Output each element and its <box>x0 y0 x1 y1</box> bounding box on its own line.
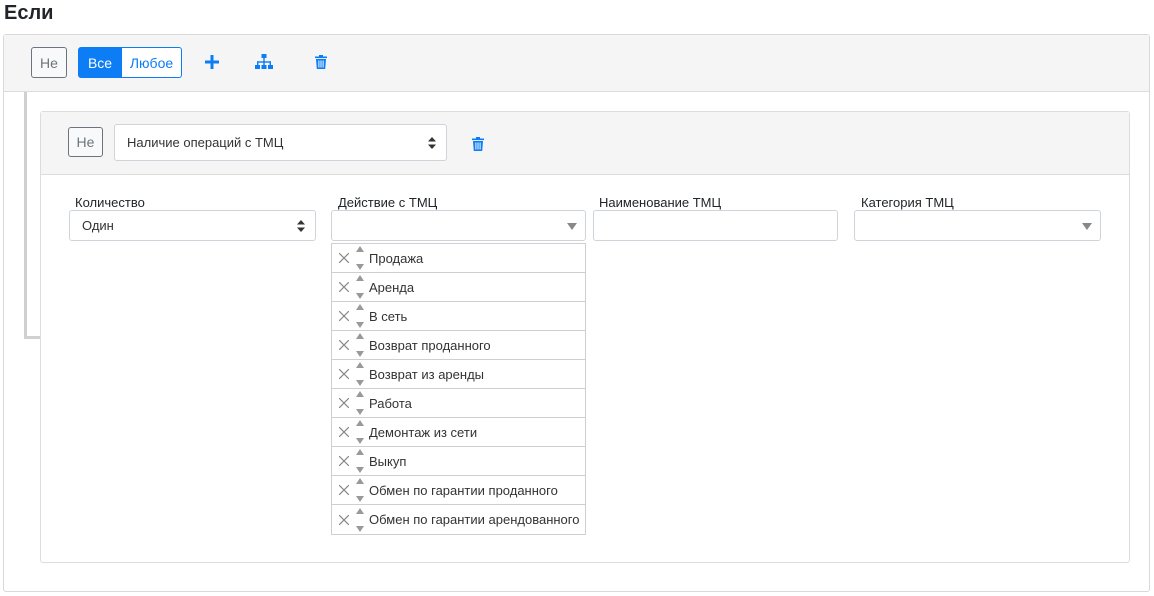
action-multiselect[interactable] <box>331 210 586 241</box>
quantity-label: Количество <box>75 195 145 210</box>
condition-select[interactable]: Наличие операций с ТМЦ <box>114 124 447 161</box>
any-button[interactable]: Любое <box>122 47 182 78</box>
group-mode-toggle: Все Любое <box>78 47 182 78</box>
reorder-handle[interactable] <box>354 333 366 357</box>
name-input[interactable] <box>593 210 838 241</box>
remove-icon[interactable] <box>336 512 352 528</box>
trash-icon[interactable] <box>311 52 331 72</box>
list-item-label: Выкуп <box>369 453 407 469</box>
move-down-icon[interactable] <box>356 438 364 444</box>
remove-icon[interactable] <box>336 395 352 411</box>
reorder-handle[interactable] <box>354 420 366 444</box>
list-item-label: Возврат проданного <box>369 337 491 353</box>
list-item-label: Демонтаж из сети <box>369 424 478 440</box>
move-down-icon[interactable] <box>356 351 364 357</box>
list-item: Обмен по гарантии проданного <box>332 476 585 505</box>
list-item: Работа <box>332 389 585 418</box>
dropdown-arrow-icon[interactable] <box>567 223 577 230</box>
tree-connector <box>24 92 27 339</box>
move-down-icon[interactable] <box>356 322 364 328</box>
quantity-select[interactable]: Один <box>69 210 316 241</box>
move-up-icon[interactable] <box>356 391 364 397</box>
remove-icon[interactable] <box>336 424 352 440</box>
move-up-icon[interactable] <box>356 275 364 281</box>
list-item: Возврат из аренды <box>332 360 585 389</box>
remove-icon[interactable] <box>336 482 352 498</box>
tree-connector-branch <box>24 336 40 339</box>
reorder-handle[interactable] <box>354 275 366 299</box>
reorder-handle[interactable] <box>354 391 366 415</box>
list-item-label: Обмен по гарантии арендованного <box>369 512 580 527</box>
move-up-icon[interactable] <box>356 362 364 368</box>
category-label: Категория ТМЦ <box>861 195 954 210</box>
list-item: Демонтаж из сети <box>332 418 585 447</box>
list-item: Продажа <box>332 244 585 273</box>
reorder-handle[interactable] <box>354 449 366 473</box>
rule-not-button[interactable]: Не <box>68 127 103 157</box>
plus-icon[interactable] <box>202 52 222 72</box>
move-up-icon[interactable] <box>356 246 364 252</box>
move-down-icon[interactable] <box>356 525 364 532</box>
list-item: Выкуп <box>332 447 585 476</box>
action-label: Действие с ТМЦ <box>338 195 438 210</box>
list-item-label: Работа <box>369 395 412 411</box>
move-down-icon[interactable] <box>356 409 364 415</box>
remove-icon[interactable] <box>336 366 352 382</box>
move-down-icon[interactable] <box>356 496 364 502</box>
list-item: Обмен по гарантии арендованного <box>332 505 585 534</box>
remove-icon[interactable] <box>336 250 352 266</box>
reorder-handle[interactable] <box>354 246 366 270</box>
trash-icon[interactable] <box>468 134 488 154</box>
move-down-icon[interactable] <box>356 264 364 270</box>
remove-icon[interactable] <box>336 453 352 469</box>
reorder-handle[interactable] <box>354 507 366 532</box>
move-up-icon[interactable] <box>356 507 364 514</box>
condition-group: Не Все Любое Не Наличие операций с ТМЦ К… <box>3 34 1150 592</box>
list-item: Возврат проданного <box>332 331 585 360</box>
move-down-icon[interactable] <box>356 293 364 299</box>
move-down-icon[interactable] <box>356 380 364 386</box>
move-up-icon[interactable] <box>356 478 364 484</box>
move-up-icon[interactable] <box>356 304 364 310</box>
action-selected-list: Продажа Аренда В сеть Возврат проданного… <box>331 243 586 535</box>
name-label: Наименование ТМЦ <box>599 195 722 210</box>
list-item-label: Обмен по гарантии проданного <box>369 482 558 498</box>
reorder-handle[interactable] <box>354 478 366 502</box>
condition-select-value: Наличие операций с ТМЦ <box>127 135 284 150</box>
sort-caret-icon <box>428 136 436 149</box>
quantity-select-value: Один <box>82 218 114 233</box>
category-select[interactable] <box>854 210 1101 241</box>
move-up-icon[interactable] <box>356 333 364 339</box>
group-not-button[interactable]: Не <box>31 47 67 78</box>
move-up-icon[interactable] <box>356 449 364 455</box>
list-item-label: Аренда <box>369 279 415 295</box>
group-header: Не Все Любое <box>4 35 1149 92</box>
remove-icon[interactable] <box>336 337 352 353</box>
list-item-label: Продажа <box>369 250 424 266</box>
reorder-handle[interactable] <box>354 304 366 328</box>
list-item: Аренда <box>332 273 585 302</box>
all-button[interactable]: Все <box>78 47 122 78</box>
page-title: Если <box>4 2 54 24</box>
rule-header: Не Наличие операций с ТМЦ <box>41 112 1129 175</box>
remove-icon[interactable] <box>336 279 352 295</box>
list-item-label: Возврат из аренды <box>369 366 484 382</box>
move-up-icon[interactable] <box>356 420 364 426</box>
list-item: В сеть <box>332 302 585 331</box>
reorder-handle[interactable] <box>354 362 366 386</box>
move-down-icon[interactable] <box>356 467 364 473</box>
sort-caret-icon <box>297 219 305 232</box>
sitemap-icon[interactable] <box>254 52 274 72</box>
dropdown-arrow-icon[interactable] <box>1082 223 1092 230</box>
remove-icon[interactable] <box>336 308 352 324</box>
list-item-label: В сеть <box>369 308 408 324</box>
